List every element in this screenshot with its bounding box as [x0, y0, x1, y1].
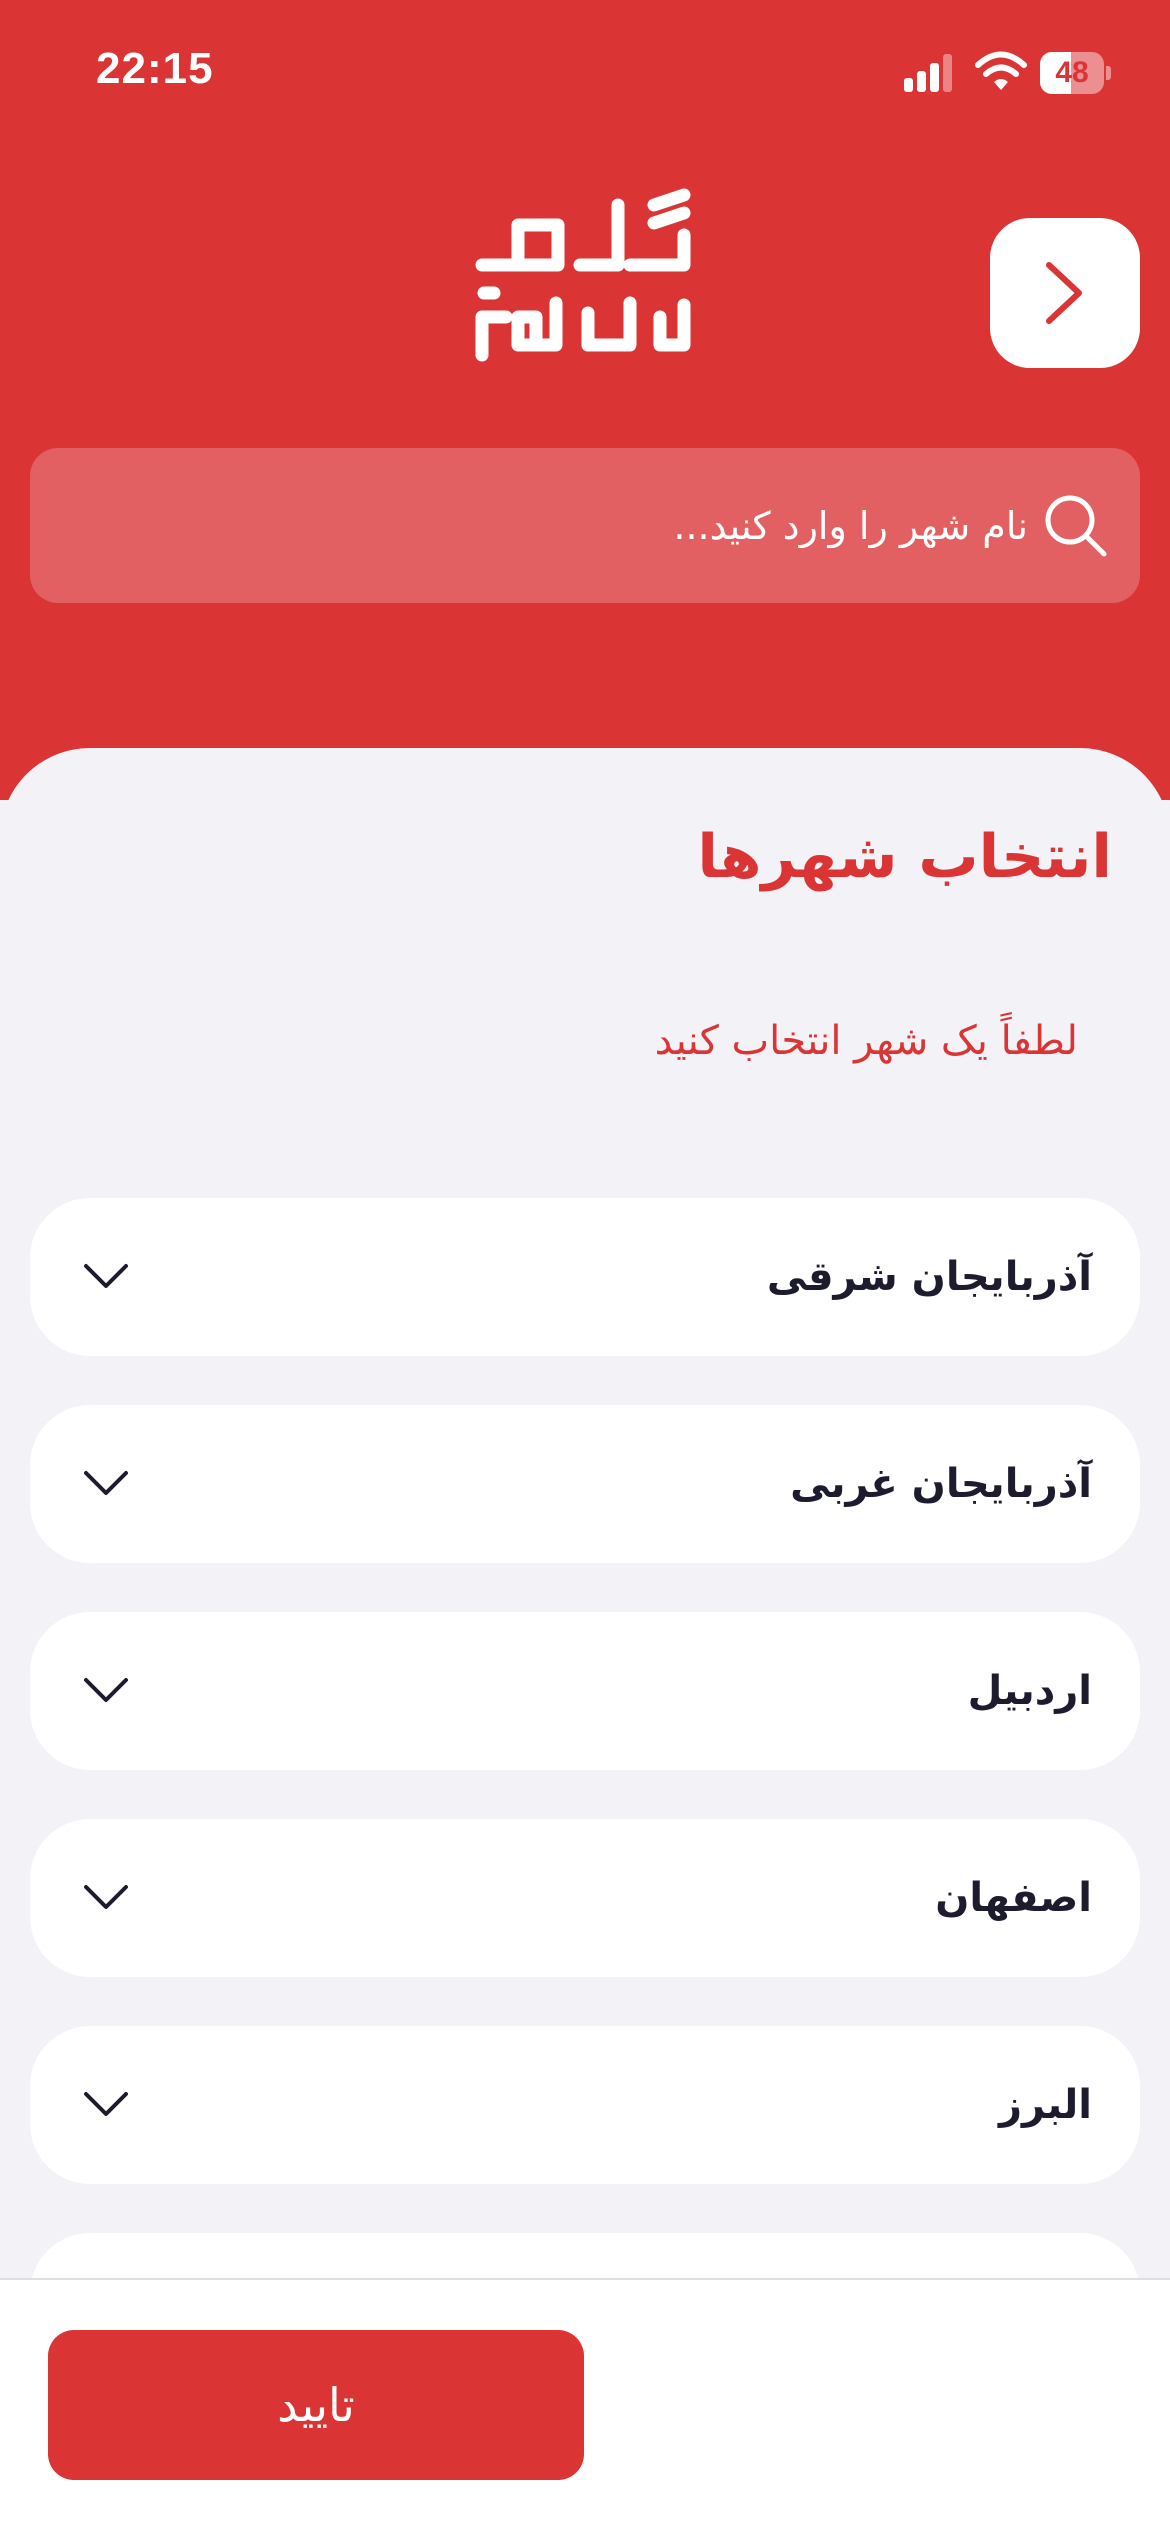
- battery-level: 48: [1055, 56, 1089, 89]
- province-list: آذربایجان شرقی آذربایجان غربی اردبیل اصف…: [30, 1198, 1140, 2440]
- province-item[interactable]: اصفهان: [30, 1819, 1140, 1977]
- app-header: 22:15 48: [0, 0, 1170, 800]
- app-logo: [475, 188, 691, 362]
- province-name: اصفهان: [935, 1875, 1092, 1921]
- search-icon: [1045, 495, 1107, 557]
- province-item[interactable]: اردبیل: [30, 1612, 1140, 1770]
- province-name: البرز: [999, 2082, 1092, 2128]
- chevron-down-icon: [84, 1678, 128, 1702]
- province-name: آذربایجان غربی: [790, 1461, 1092, 1507]
- chevron-down-icon: [84, 2092, 128, 2116]
- province-item[interactable]: آذربایجان شرقی: [30, 1198, 1140, 1356]
- back-button[interactable]: [990, 218, 1140, 368]
- page-subtitle: لطفاً یک شهر انتخاب کنید: [654, 1018, 1078, 1064]
- province-item[interactable]: البرز: [30, 2026, 1140, 2184]
- province-name: آذربایجان شرقی: [766, 1254, 1092, 1300]
- page-title: انتخاب شهرها: [697, 822, 1112, 892]
- search-input[interactable]: [128, 448, 1028, 603]
- battery-icon: 48: [1040, 52, 1112, 94]
- confirm-button[interactable]: تایید: [48, 2330, 584, 2480]
- chevron-down-icon: [84, 1471, 128, 1495]
- province-item[interactable]: آذربایجان غربی: [30, 1405, 1140, 1563]
- status-time: 22:15: [96, 44, 214, 93]
- search-bar[interactable]: [30, 448, 1140, 603]
- cellular-signal-icon: [904, 54, 952, 92]
- province-name: اردبیل: [967, 1668, 1092, 1714]
- chevron-right-icon: [1046, 262, 1082, 324]
- chevron-down-icon: [84, 1264, 128, 1288]
- wifi-icon: [975, 51, 1027, 90]
- chevron-down-icon: [84, 1885, 128, 1909]
